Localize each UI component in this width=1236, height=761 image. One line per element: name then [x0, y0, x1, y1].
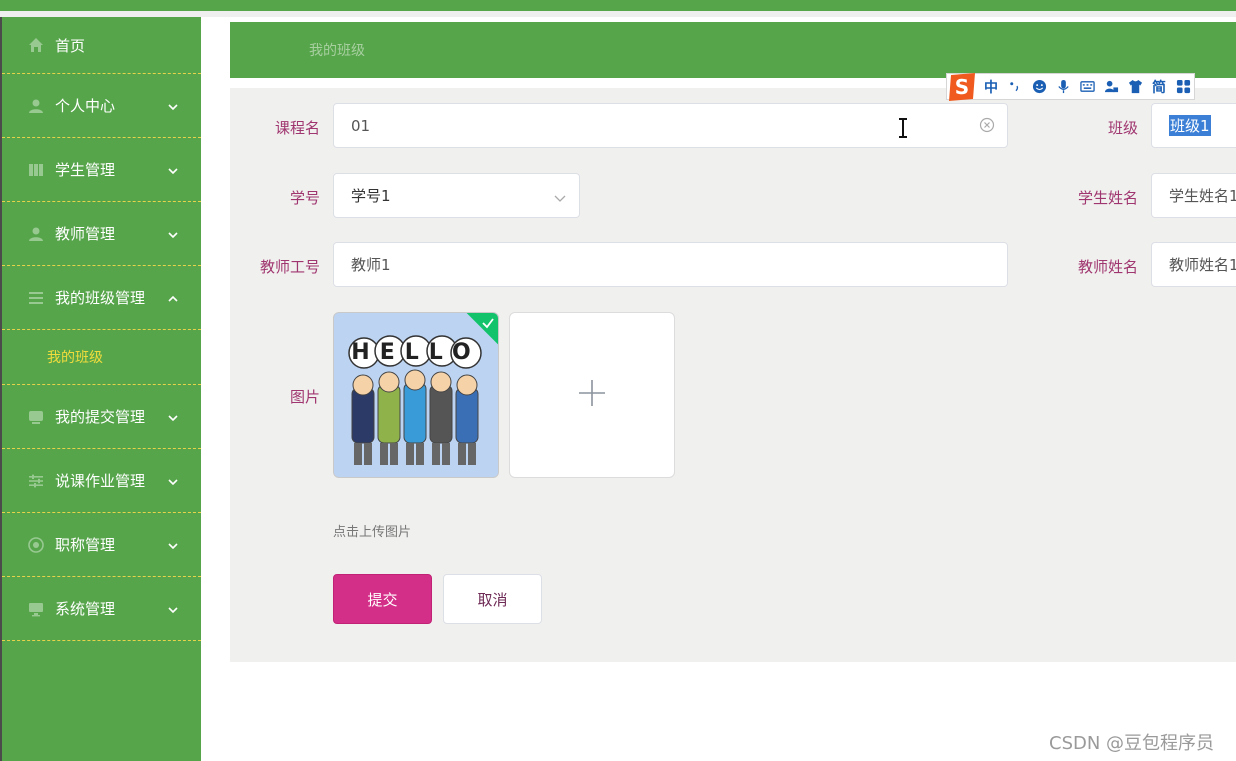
- sidebar-item-label: 我的班级管理: [55, 289, 146, 307]
- ime-emoji-icon[interactable]: [1031, 79, 1047, 95]
- hello-word: HELLO: [351, 340, 480, 365]
- ime-toolbar: S 中 简: [945, 71, 1195, 103]
- ime-voice-icon[interactable]: [1055, 79, 1071, 95]
- uploaded-image-thumbnail[interactable]: HELLO: [333, 312, 499, 478]
- ime-keyboard-icon[interactable]: [1079, 79, 1095, 95]
- chevron-down-icon: [554, 190, 566, 202]
- chevron-down-icon: [167, 538, 179, 550]
- svg-text:S: S: [955, 75, 969, 99]
- sidebar-item-label: 学生管理: [55, 161, 116, 179]
- sidebar: 首页 个人中心 学生管理 教师管理 我的班级管理 我的班级 我的提交管理 说课作…: [0, 17, 201, 761]
- ime-chinese-mode-icon[interactable]: 中: [983, 79, 999, 96]
- sidebar-item-home[interactable]: 首页: [2, 17, 201, 74]
- person-icon: [27, 226, 45, 242]
- badge-icon: [27, 536, 45, 553]
- chevron-down-icon: [167, 602, 179, 614]
- breadcrumb: 我的班级: [230, 22, 1236, 78]
- sidebar-item-lecture-homework[interactable]: 说课作业管理: [2, 449, 201, 513]
- sidebar-item-my-submissions[interactable]: 我的提交管理: [2, 385, 201, 449]
- sidebar-subitem-my-class[interactable]: 我的班级: [2, 330, 201, 385]
- sidebar-item-label: 职称管理: [55, 536, 116, 554]
- clear-icon[interactable]: [979, 117, 995, 133]
- sidebar-item-teachers[interactable]: 教师管理: [2, 202, 201, 266]
- sliders-icon: [27, 473, 45, 489]
- home-icon: [27, 37, 45, 53]
- sidebar-subitem-label: 我的班级: [47, 350, 103, 366]
- sidebar-item-titles[interactable]: 职称管理: [2, 513, 201, 577]
- monitor-icon: [27, 601, 45, 617]
- check-icon: [481, 315, 495, 329]
- sidebar-item-system[interactable]: 系统管理: [2, 577, 201, 641]
- student-no-select[interactable]: 学号1: [333, 173, 580, 218]
- sidebar-item-label: 我的提交管理: [55, 408, 146, 426]
- course-name-label: 课程名: [274, 119, 320, 137]
- sidebar-item-label: 系统管理: [55, 600, 116, 618]
- text-cursor-icon: [897, 118, 909, 138]
- chevron-down-icon: [167, 163, 179, 175]
- teacher-no-input[interactable]: 教师1: [333, 242, 1008, 287]
- inbox-icon: [27, 409, 45, 425]
- ime-skin-icon[interactable]: [1127, 79, 1143, 95]
- ime-punctuation-icon[interactable]: [1007, 79, 1023, 95]
- chevron-down-icon: [167, 99, 179, 111]
- sidebar-item-students[interactable]: 学生管理: [2, 138, 201, 202]
- teacher-name-input[interactable]: 教师姓名1: [1151, 242, 1236, 287]
- class-input[interactable]: 班级1: [1151, 103, 1236, 148]
- sidebar-item-label: 个人中心: [55, 97, 116, 115]
- ime-toolbox-icon[interactable]: [1175, 79, 1191, 95]
- student-name-input[interactable]: 学生姓名1: [1151, 173, 1236, 218]
- upload-hint: 点击上传图片: [333, 525, 412, 540]
- top-accent-bar: [0, 0, 1236, 11]
- grid-icon: [27, 162, 45, 178]
- chevron-down-icon: [167, 227, 179, 239]
- student-no-label: 学号: [289, 189, 320, 207]
- sidebar-item-label: 首页: [55, 36, 86, 55]
- submit-button[interactable]: 提交: [333, 574, 432, 624]
- breadcrumb-current[interactable]: 我的班级: [309, 40, 365, 60]
- hello-cartoon-image: HELLO: [334, 313, 498, 477]
- sidebar-item-label: 说课作业管理: [55, 472, 146, 490]
- teacher-no-label: 教师工号: [259, 258, 320, 276]
- sogou-logo-icon[interactable]: S: [945, 71, 979, 103]
- sidebar-item-personal[interactable]: 个人中心: [2, 74, 201, 138]
- cancel-button[interactable]: 取消: [443, 574, 542, 624]
- user-icon: [27, 98, 45, 114]
- plus-icon: [578, 379, 606, 411]
- student-name-label: 学生姓名: [1077, 189, 1138, 207]
- picture-label: 图片: [289, 388, 320, 406]
- class-label: 班级: [1107, 119, 1138, 137]
- chevron-down-icon: [167, 474, 179, 486]
- teacher-name-label: 教师姓名: [1077, 258, 1138, 276]
- watermark: CSDN @豆包程序员: [1049, 733, 1215, 754]
- sidebar-item-my-class-management[interactable]: 我的班级管理: [2, 266, 201, 330]
- chevron-down-icon: [167, 410, 179, 422]
- sidebar-item-label: 教师管理: [55, 225, 116, 243]
- chevron-up-icon: [167, 291, 179, 303]
- ime-simplified-icon[interactable]: 简: [1151, 79, 1167, 96]
- upload-add-button[interactable]: [509, 312, 675, 478]
- list-icon: [27, 290, 45, 306]
- ime-user-icon[interactable]: [1103, 79, 1119, 95]
